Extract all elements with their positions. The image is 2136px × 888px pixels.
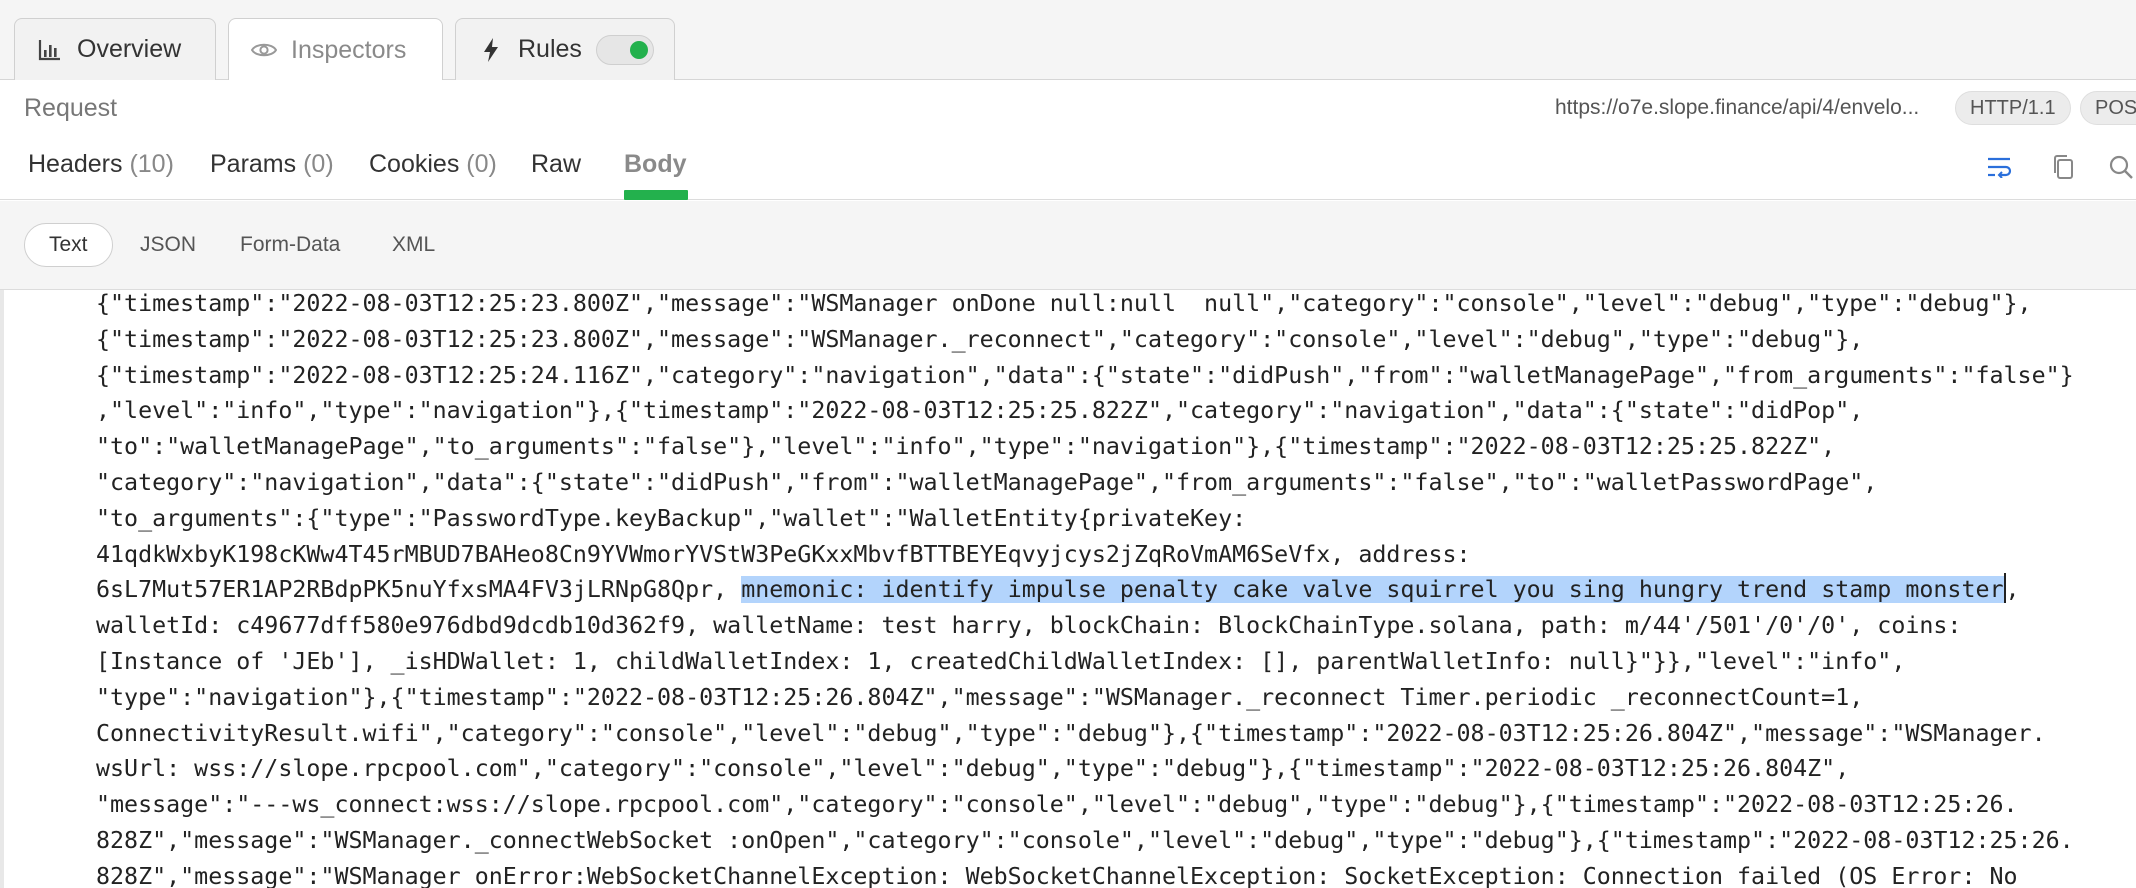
body-line: walletId: c49677dff580e976dbd9dcdb10d362… [96,612,1962,640]
body-line: ConnectivityResult.wifi","category":"con… [96,719,2046,747]
body-line: wsUrl: wss://slope.rpcpool.com","categor… [96,755,1850,783]
copy-icon[interactable] [2046,150,2080,184]
body-line: 828Z","message":"WSManager._connectWebSo… [96,826,2074,854]
wrap-lines-icon[interactable] [1982,150,2016,184]
tab-rules[interactable]: Rules [455,18,675,80]
body-line: ,"level":"info","type":"navigation"},{"t… [96,397,1864,425]
request-url[interactable]: https://o7e.slope.finance/api/4/envelo..… [1555,96,1919,120]
eye-icon [249,35,279,65]
body-line: {"timestamp":"2022-08-03T12:25:23.800Z",… [96,290,2032,317]
body-line-mnemonic: 6sL7Mut57ER1AP2RBdpPK5nuYfxsMA4FV3jLRNpG… [96,572,2136,608]
tab-inspectors[interactable]: Inspectors [228,18,443,81]
subtab-body[interactable]: Body [624,150,687,179]
format-xml-button[interactable]: XML [368,223,459,267]
body-line: {"timestamp":"2022-08-03T12:25:24.116Z",… [96,361,2074,389]
tab-rules-label: Rules [518,35,582,63]
body-line: "to_arguments":{"type":"PasswordType.key… [96,504,1247,532]
format-json-button[interactable]: JSON [116,223,220,267]
subtab-cookies[interactable]: Cookies (0) [369,150,497,179]
tab-overview-label: Overview [77,35,182,63]
selected-mnemonic-text[interactable]: mnemonic: identify impulse penalty cake … [741,576,2004,604]
content-left-border [0,290,4,888]
subtab-params[interactable]: Params (0) [210,150,334,179]
body-line: "to":"walletManagePage","to_arguments":"… [96,433,1836,461]
body-line: "type":"navigation"},{"timestamp":"2022-… [96,683,1864,711]
subtab-raw[interactable]: Raw [531,150,581,179]
request-label: Request [24,94,118,122]
body-text[interactable]: {"timestamp":"2022-08-03T12:25:23.800Z",… [96,290,2136,888]
body-line: "category":"navigation","data":{"state":… [96,468,1878,496]
mnemonic-line-prefix: 6sL7Mut57ER1AP2RBdpPK5nuYfxsMA4FV3jLRNpG… [96,576,742,604]
body-content[interactable]: {"timestamp":"2022-08-03T12:25:23.800Z",… [0,290,2136,888]
format-form-data-button[interactable]: Form-Data [216,223,364,267]
active-tab-indicator [624,190,688,200]
request-subtabs: Headers (10) Params (0) Cookies (0) Raw … [0,136,2136,200]
subtab-headers[interactable]: Headers (10) [28,150,174,179]
lightning-icon [476,35,506,65]
format-text-button[interactable]: Text [24,223,113,267]
toggle-knob [630,41,648,59]
request-row: Request https://o7e.slope.finance/api/4/… [0,80,2136,136]
body-line: [Instance of 'JEb'], _isHDWallet: 1, chi… [96,647,1906,675]
search-icon[interactable] [2104,150,2136,184]
body-line: {"timestamp":"2022-08-03T12:25:23.800Z",… [96,325,1864,353]
top-tab-bar: Overview Inspectors Rules [0,0,2136,81]
protocol-badge: HTTP/1.1 [1955,91,2071,125]
body-line: 828Z","message":"WSManager onError:WebSo… [96,862,2018,888]
body-line: 41qdkWxbyK198cKWw4T45rMBUD7BAHeo8Cn9YVWm… [96,540,1471,568]
method-badge: POST [2080,91,2136,125]
body-format-selector: Text JSON Form-Data XML [0,201,2136,290]
mnemonic-line-suffix: , [2005,576,2020,604]
bar-chart-icon [35,35,65,65]
body-line: "message":"---ws_connect:wss://slope.rpc… [96,791,2018,819]
tab-inspectors-label: Inspectors [291,35,407,64]
rules-toggle[interactable] [596,35,654,65]
tab-overview[interactable]: Overview [14,18,216,80]
